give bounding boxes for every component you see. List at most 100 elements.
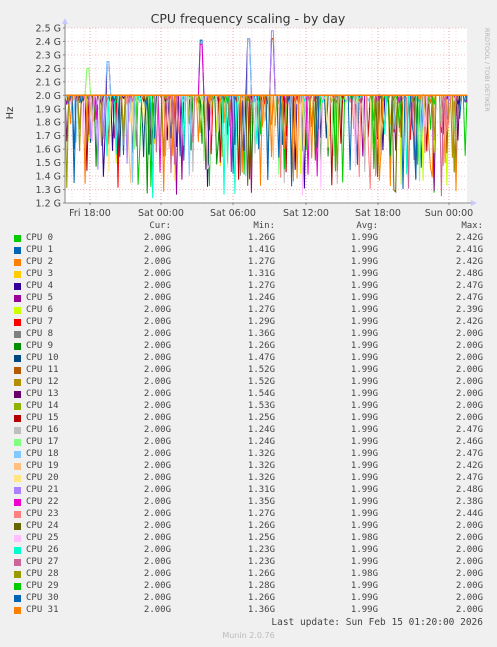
x-axis-ticks: Fri 18:00 Sat 00:00 Sat 06:00 Sat 12:00 Sat … [69, 203, 473, 219]
legend-max-value: 2.00G [455, 569, 483, 579]
munin-version-text: Munin 2.0.76 [222, 631, 275, 640]
legend-avg-value: 1.99G [350, 305, 378, 315]
legend-avg-value: 1.99G [350, 497, 378, 507]
legend-min-value: 1.26G [247, 233, 275, 243]
legend-header-row: Cur: Min: Avg: Max: [0, 221, 497, 233]
cpu-frequency-chart: CPU frequency scaling - by day Hz RRDTOO… [5, 11, 491, 219]
legend-cur-value: 2.00G [143, 449, 171, 459]
legend-series-name: CPU 12 [26, 377, 59, 387]
legend-cur-value: 2.00G [143, 365, 171, 375]
legend-min-value: 1.32G [247, 461, 275, 471]
legend-cur-value: 2.00G [143, 473, 171, 483]
legend-header-max: Max: [461, 221, 483, 231]
legend-avg-value: 1.99G [350, 545, 378, 555]
x-tick-label: Sat 18:00 [355, 208, 401, 219]
legend-series-name: CPU 2 [26, 257, 54, 267]
legend-max-value: 2.00G [455, 389, 483, 399]
legend-min-value: 1.29G [247, 317, 275, 327]
legend-color-swatch [14, 535, 21, 542]
legend-series-name: CPU 11 [26, 365, 59, 375]
legend-avg-value: 1.99G [350, 341, 378, 351]
legend-avg-value: 1.98G [350, 533, 378, 543]
legend-series-name: CPU 25 [26, 533, 59, 543]
legend-color-swatch [14, 571, 21, 578]
legend-row: CPU 1 2.00G 1.41G 1.99G 2.41G [0, 245, 497, 257]
legend-min-value: 1.52G [247, 365, 275, 375]
legend-min-value: 1.24G [247, 293, 275, 303]
legend-max-value: 2.47G [455, 449, 483, 459]
legend-min-value: 1.35G [247, 497, 275, 507]
legend-series-name: CPU 10 [26, 353, 59, 363]
legend-row: CPU 30 2.00G 1.26G 1.99G 2.00G [0, 593, 497, 605]
legend-cur-value: 2.00G [143, 593, 171, 603]
legend-color-swatch [14, 403, 21, 410]
legend-color-swatch [14, 235, 21, 242]
legend-series-name: CPU 22 [26, 497, 59, 507]
legend-color-swatch [14, 307, 21, 314]
y-tick-label: 2.4 G [36, 37, 62, 48]
legend-min-value: 1.27G [247, 509, 275, 519]
legend-min-value: 1.31G [247, 269, 275, 279]
legend-min-value: 1.32G [247, 449, 275, 459]
legend-row: CPU 22 2.00G 1.35G 1.99G 2.38G [0, 497, 497, 509]
legend-row: CPU 29 2.00G 1.28G 1.99G 2.00G [0, 581, 497, 593]
legend-cur-value: 2.00G [143, 569, 171, 579]
legend-color-swatch [14, 319, 21, 326]
legend-color-swatch [14, 583, 21, 590]
legend-cur-value: 2.00G [143, 317, 171, 327]
y-axis-ticks: 1.2 G 1.3 G 1.4 G 1.5 G 1.6 G 1.7 G 1.8 G 1.9 G… [36, 24, 65, 210]
legend-min-value: 1.25G [247, 533, 275, 543]
legend-max-value: 2.47G [455, 425, 483, 435]
legend-row: CPU 2 2.00G 1.27G 1.99G 2.42G [0, 257, 497, 269]
legend-row: CPU 6 2.00G 1.27G 1.99G 2.39G [0, 305, 497, 317]
chart-title: CPU frequency scaling - by day [151, 11, 346, 26]
legend-min-value: 1.24G [247, 425, 275, 435]
legend-cur-value: 2.00G [143, 425, 171, 435]
legend-max-value: 2.39G [455, 305, 483, 315]
x-axis-arrow [471, 200, 477, 206]
legend-row: CPU 28 2.00G 1.26G 1.98G 2.00G [0, 569, 497, 581]
legend-color-swatch [14, 523, 21, 530]
x-tick-label: Sat 00:00 [138, 208, 184, 219]
legend-color-swatch [14, 511, 21, 518]
legend-min-value: 1.25G [247, 413, 275, 423]
legend-min-value: 1.31G [247, 485, 275, 495]
legend-avg-value: 1.99G [350, 509, 378, 519]
legend-min-value: 1.28G [247, 581, 275, 591]
legend-min-value: 1.27G [247, 257, 275, 267]
legend-series-name: CPU 0 [26, 233, 54, 243]
legend-cur-value: 2.00G [143, 437, 171, 447]
legend-max-value: 2.00G [455, 581, 483, 591]
legend-min-value: 1.54G [247, 389, 275, 399]
legend-min-value: 1.32G [247, 473, 275, 483]
legend-color-swatch [14, 559, 21, 566]
legend-row: CPU 12 2.00G 1.52G 1.99G 2.00G [0, 377, 497, 389]
legend-row: CPU 21 2.00G 1.31G 1.99G 2.48G [0, 485, 497, 497]
legend-min-value: 1.26G [247, 593, 275, 603]
legend-avg-value: 1.99G [350, 449, 378, 459]
legend-cur-value: 2.00G [143, 557, 171, 567]
legend-avg-value: 1.99G [350, 557, 378, 567]
legend-series-name: CPU 8 [26, 329, 54, 339]
legend-color-swatch [14, 391, 21, 398]
legend-series-name: CPU 3 [26, 269, 54, 279]
legend-cur-value: 2.00G [143, 245, 171, 255]
legend-avg-value: 1.99G [350, 317, 378, 327]
legend-series-name: CPU 15 [26, 413, 59, 423]
legend-series-name: CPU 28 [26, 569, 59, 579]
legend-avg-value: 1.99G [350, 521, 378, 531]
legend-avg-value: 1.99G [350, 389, 378, 399]
legend-max-value: 2.00G [455, 533, 483, 543]
x-tick-label: Sat 06:00 [210, 208, 256, 219]
legend-cur-value: 2.00G [143, 269, 171, 279]
legend-cur-value: 2.00G [143, 509, 171, 519]
legend-series-name: CPU 5 [26, 293, 54, 303]
legend-header-min: Min: [253, 221, 275, 231]
legend-cur-value: 2.00G [143, 353, 171, 363]
legend-avg-value: 1.99G [350, 233, 378, 243]
legend-color-swatch [14, 259, 21, 266]
legend-max-value: 2.38G [455, 497, 483, 507]
legend-series-name: CPU 6 [26, 305, 54, 315]
legend-max-value: 2.48G [455, 485, 483, 495]
legend-color-swatch [14, 355, 21, 362]
